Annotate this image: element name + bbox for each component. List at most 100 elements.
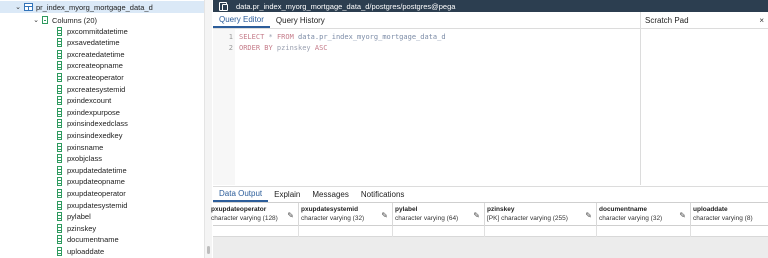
table-cell[interactable]	[597, 226, 691, 237]
code-line[interactable]: SELECT * FROM data.pr_index_myorg_mortga…	[239, 33, 446, 41]
column-name-label: pxcreateoperator	[67, 72, 124, 82]
column-name-label: pxupdatesystemid	[67, 200, 128, 210]
column-icon	[57, 72, 62, 82]
column-name-label: pxsavedatetime	[67, 38, 120, 48]
tree-node-column[interactable]: pxinsname	[0, 141, 103, 153]
table-cell[interactable]	[485, 226, 597, 237]
pencil-icon[interactable]: ✎	[287, 211, 294, 220]
column-name-label: pxindexpurpose	[67, 107, 120, 117]
sql-keyword: SELECT	[239, 33, 265, 41]
sql-keyword: ASC	[314, 44, 328, 52]
tree-node-column[interactable]: pxindexpurpose	[0, 106, 120, 118]
tree-node-column[interactable]: pxcreateoperator	[0, 71, 124, 83]
tab-data-output[interactable]: Data Output	[213, 187, 269, 202]
tab-explain[interactable]: Explain	[268, 187, 306, 202]
column-header-type: character varying (64)	[395, 215, 459, 222]
column-header-name: pzinskey	[487, 206, 515, 213]
tree-node-column[interactable]: pxcommitdatetime	[0, 25, 128, 37]
chevron-down-icon[interactable]: ⌄	[32, 16, 40, 24]
column-name-label: pxupdateopname	[67, 177, 125, 187]
tree-node-column[interactable]: pxinsindexedkey	[0, 129, 122, 141]
column-icon	[57, 107, 62, 117]
column-icon	[57, 130, 62, 140]
chevron-down-icon[interactable]: ⌄	[14, 3, 22, 11]
column-name-label: pxindexcount	[67, 96, 112, 106]
tree-scrollbar-thumb[interactable]	[207, 246, 210, 254]
sql-identifier: pzinskey	[272, 44, 315, 52]
column-name-label: pxupdateoperator	[67, 188, 126, 198]
tree-node-column[interactable]: pxupdateoperator	[0, 187, 126, 199]
column-header[interactable]: pxupdateoperator character varying (128)…	[209, 203, 299, 226]
table-name-label: pr_index_myorg_mortgage_data_d	[36, 2, 153, 12]
query-tool-title: data.pr_index_myorg_mortgage_data_d/post…	[236, 1, 456, 11]
column-name-label: pxcommitdatetime	[67, 26, 128, 36]
tree-node-column[interactable]: pylabel	[0, 211, 91, 223]
column-header[interactable]: pylabel character varying (64) ✎	[393, 203, 485, 226]
column-header-name: pxupdatesystemid	[301, 206, 359, 213]
column-header-type: [PK] character varying (255)	[487, 215, 568, 222]
tree-node-column[interactable]: uploaddate	[0, 245, 104, 257]
column-header-type: character varying (8)	[693, 215, 753, 222]
tree-node-column[interactable]: pxupdatedatetime	[0, 164, 127, 176]
tree-node-column[interactable]: pxcreateopname	[0, 60, 123, 72]
tree-node-table[interactable]: ⌄ pr_index_myorg_mortgage_data_d	[0, 1, 204, 13]
tree-node-column[interactable]: documentname	[0, 234, 119, 246]
column-name-label: documentname	[67, 235, 119, 245]
code-line[interactable]: ORDER BY pzinskey ASC	[239, 44, 328, 52]
column-name-label: pxupdatedatetime	[67, 165, 127, 175]
column-icon	[57, 177, 62, 187]
tree-node-column[interactable]: pxupdatesystemid	[0, 199, 127, 211]
pencil-icon[interactable]: ✎	[473, 211, 480, 220]
tree-node-column[interactable]: pzinskey	[0, 222, 96, 234]
column-name-label: pxcreatedatetime	[67, 49, 125, 59]
tree-node-column[interactable]: pxcreatedatetime	[0, 48, 125, 60]
pencil-icon[interactable]: ✎	[585, 211, 592, 220]
column-icon	[57, 235, 62, 245]
table-cell[interactable]	[691, 226, 768, 237]
close-icon[interactable]: ×	[759, 16, 764, 25]
tab-query-editor[interactable]: Query Editor	[213, 12, 270, 28]
column-name-label: pxinsindexedkey	[67, 130, 123, 140]
column-header-name: pxupdateoperator	[211, 206, 267, 213]
tree-node-column[interactable]: pxobjclass	[0, 153, 102, 165]
column-icon	[57, 26, 62, 36]
tab-messages[interactable]: Messages	[306, 187, 354, 202]
sql-identifier: data.pr_index_myorg_mortgage_data_d	[293, 33, 446, 41]
pencil-icon[interactable]: ✎	[679, 211, 686, 220]
editor-tab-bar: Query Editor Query History	[213, 12, 640, 29]
columns-folder-icon	[42, 16, 48, 24]
tab-query-history[interactable]: Query History	[270, 12, 331, 28]
column-header[interactable]: pxupdatesystemid character varying (32) …	[299, 203, 393, 226]
tree-node-column[interactable]: pxinsindexedclass	[0, 118, 128, 130]
column-icon	[57, 246, 62, 256]
column-name-label: pzinskey	[67, 223, 97, 233]
table-cell[interactable]	[213, 226, 299, 237]
sql-editor[interactable]: 1 2 SELECT * FROM data.pr_index_myorg_mo…	[213, 29, 640, 185]
tree-node-column[interactable]: pxindexcount	[0, 95, 111, 107]
tree-node-column[interactable]: pxcreatesystemid	[0, 83, 125, 95]
column-icon	[57, 61, 62, 71]
scratch-pad-panel[interactable]: Scratch Pad ×	[640, 12, 768, 185]
table-cell[interactable]	[393, 226, 485, 237]
line-number-gutter: 1 2	[213, 29, 235, 185]
tree-node-column[interactable]: pxsavedatetime	[0, 37, 120, 49]
column-icon	[57, 223, 62, 233]
table-cell[interactable]	[299, 226, 393, 237]
column-name-label: uploaddate	[67, 246, 105, 256]
column-icon	[57, 200, 62, 210]
column-header-type: character varying (128)	[211, 215, 278, 222]
column-header[interactable]: documentname character varying (32) ✎	[597, 203, 691, 226]
column-name-label: pxcreatesystemid	[67, 84, 126, 94]
object-browser-tree: ⌄ pr_index_myorg_mortgage_data_d ⌄ Colum…	[0, 0, 204, 258]
pencil-icon[interactable]: ✎	[381, 211, 388, 220]
column-header[interactable]: uploaddate character varying (8)	[691, 203, 768, 226]
columns-folder-label: Columns (20)	[52, 15, 98, 25]
grid-header-row: pxupdateoperator character varying (128)…	[211, 203, 768, 226]
scratch-pad-title: Scratch Pad	[645, 15, 689, 25]
column-icon	[57, 212, 62, 222]
tree-node-column[interactable]: pxupdateopname	[0, 176, 125, 188]
tab-notifications[interactable]: Notifications	[355, 187, 411, 202]
table-row[interactable]	[213, 226, 768, 237]
column-icon	[57, 96, 62, 106]
column-header[interactable]: pzinskey [PK] character varying (255) ✎	[485, 203, 597, 226]
